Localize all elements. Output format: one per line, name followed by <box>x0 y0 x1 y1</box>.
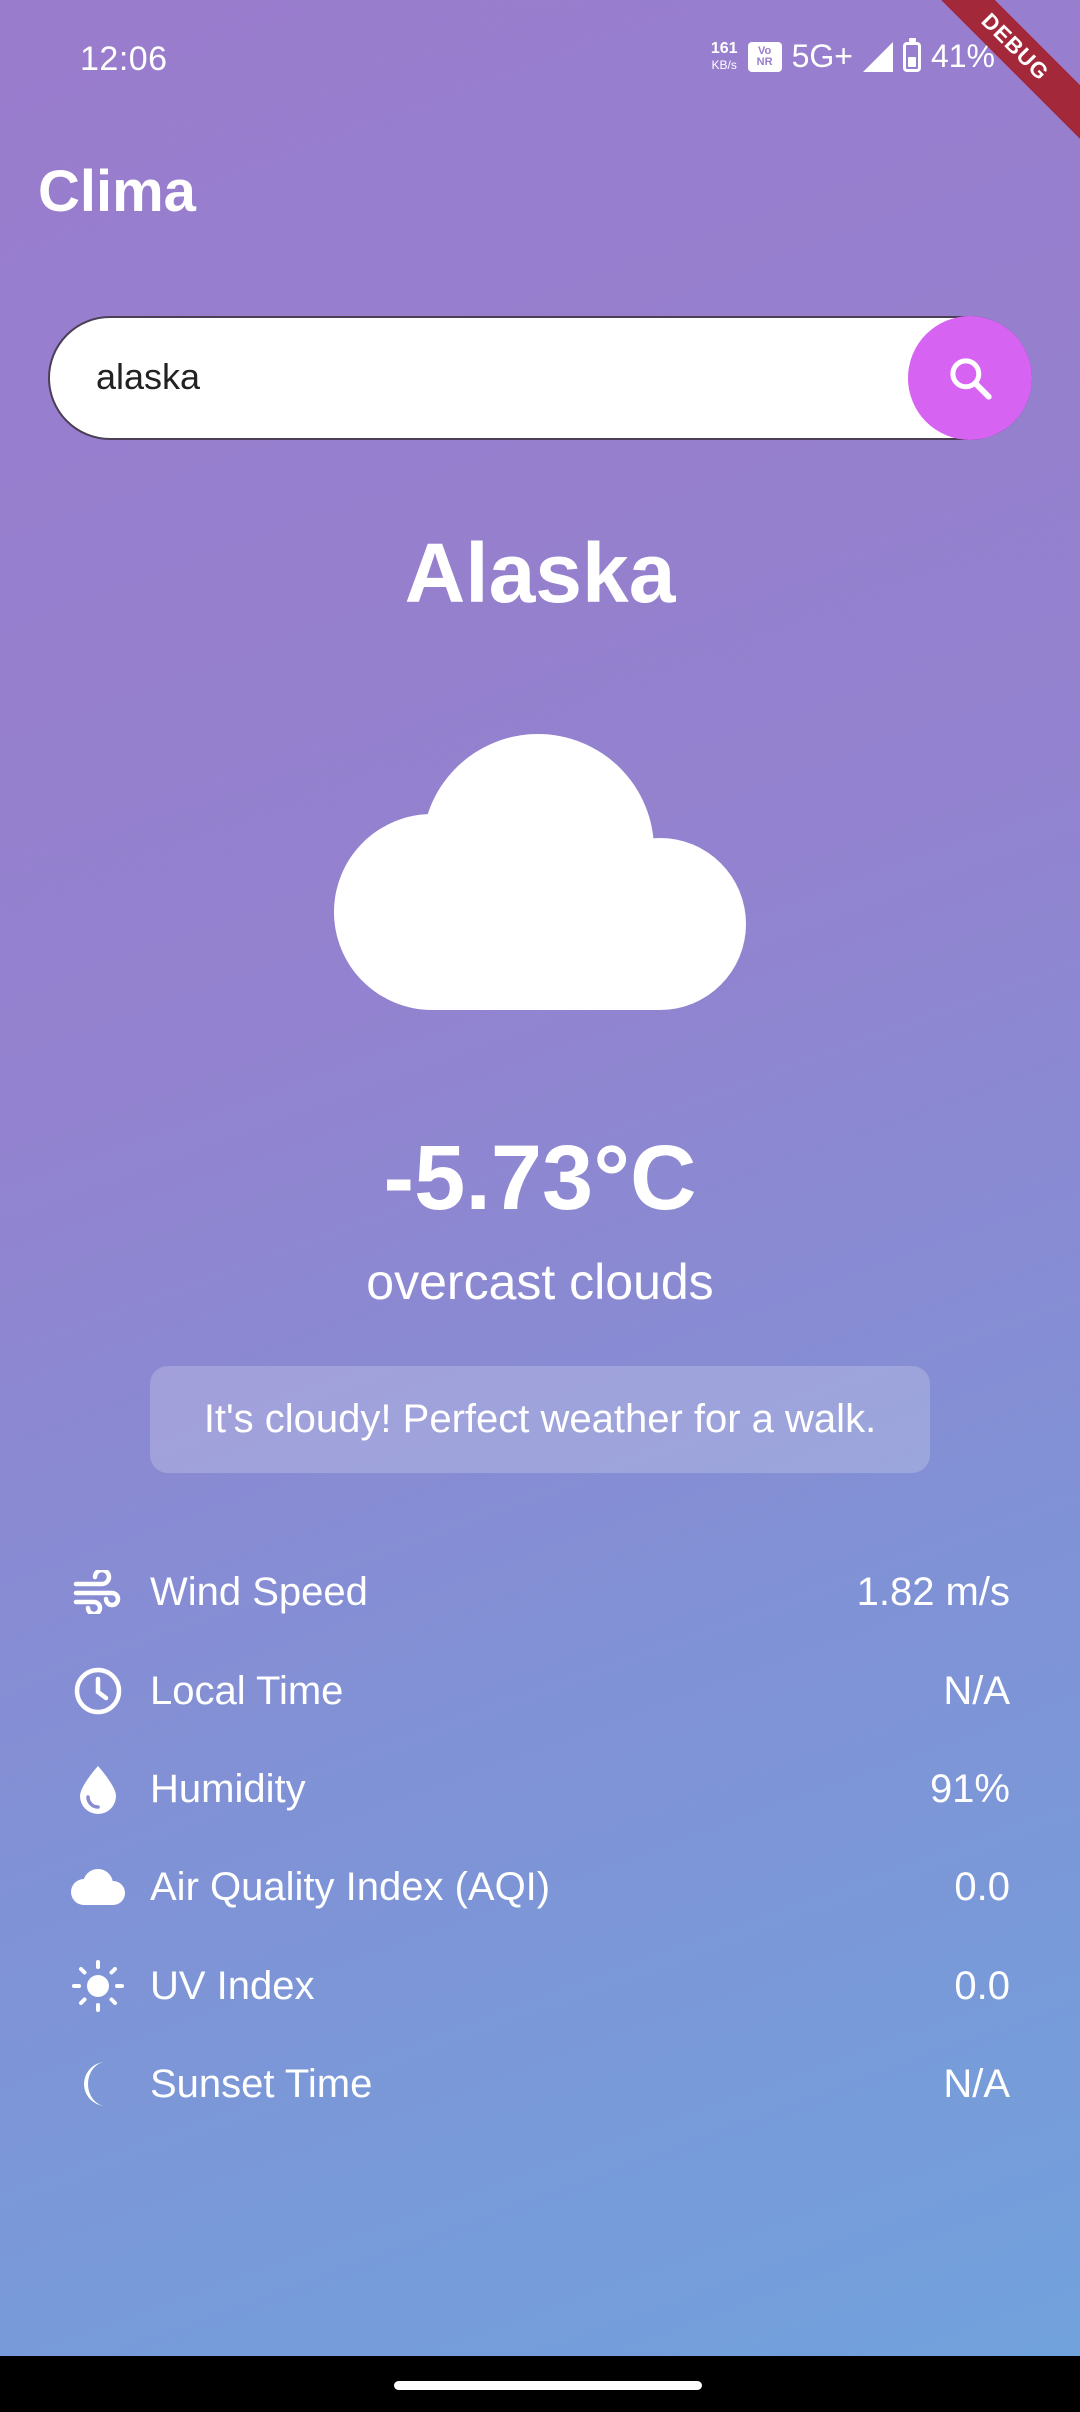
vonr-line2: NR <box>756 55 773 68</box>
detail-row-local-time: Local Time N/A <box>70 1656 1010 1726</box>
detail-label: Sunset Time <box>150 2061 373 2106</box>
battery-icon <box>902 37 921 72</box>
vonr-icon: Vo NR <box>747 41 782 72</box>
status-time: 12:06 <box>80 40 168 78</box>
network-speed-value: 161 <box>710 39 738 57</box>
weather-advice-text: It's cloudy! Perfect weather for a walk. <box>203 1397 877 1441</box>
search-input[interactable]: alaska <box>48 316 1032 440</box>
detail-row-uv-index: UV Index 0.0 <box>70 1951 1010 2021</box>
sun-icon <box>70 1958 126 2014</box>
search-button[interactable] <box>908 316 1032 440</box>
weather-advice: It's cloudy! Perfect weather for a walk. <box>150 1366 930 1473</box>
moon-icon <box>70 2056 126 2112</box>
detail-label: Local Time <box>150 1668 344 1713</box>
detail-label: Wind Speed <box>150 1569 368 1614</box>
detail-value: N/A <box>943 1668 1010 1713</box>
weather-description: overcast clouds <box>366 1254 714 1310</box>
cloud-icon <box>334 734 746 1010</box>
detail-row-sunset-time: Sunset Time N/A <box>70 2049 1010 2119</box>
network-speed: 161 KB/s <box>710 39 738 73</box>
signal-icon <box>862 41 893 72</box>
search-icon <box>950 358 992 400</box>
app-title: Clima <box>38 159 196 224</box>
city-name: Alaska <box>404 526 676 620</box>
status-bar: 12:06 161 KB/s Vo NR 5G+ 41% DEBUG <box>0 0 1080 156</box>
cloud-icon <box>70 1859 126 1915</box>
detail-row-humidity: Humidity 91% <box>70 1754 1010 1824</box>
detail-label: UV Index <box>150 1963 315 2008</box>
detail-value: 0.0 <box>954 1864 1010 1909</box>
search-input-value: alaska <box>96 356 201 397</box>
detail-label: Humidity <box>150 1766 306 1811</box>
clock-icon <box>70 1663 126 1719</box>
detail-value: N/A <box>943 2061 1010 2106</box>
wind-icon <box>70 1564 126 1620</box>
detail-value: 1.82 m/s <box>856 1569 1010 1614</box>
detail-value: 91% <box>929 1766 1010 1811</box>
status-indicators: 161 KB/s Vo NR 5G+ 41% <box>710 37 995 75</box>
network-type: 5G+ <box>791 38 853 74</box>
detail-row-aqi: Air Quality Index (AQI) 0.0 <box>70 1852 1010 1922</box>
detail-row-wind-speed: Wind Speed 1.82 m/s <box>70 1557 1010 1627</box>
detail-value: 0.0 <box>954 1963 1010 2008</box>
water-drop-icon <box>70 1761 126 1817</box>
temperature: -5.73°C <box>383 1127 697 1229</box>
home-indicator[interactable] <box>394 2381 702 2390</box>
detail-label: Air Quality Index (AQI) <box>150 1864 551 1909</box>
network-speed-unit: KB/s <box>711 57 737 72</box>
debug-banner: DEBUG <box>906 0 1080 156</box>
